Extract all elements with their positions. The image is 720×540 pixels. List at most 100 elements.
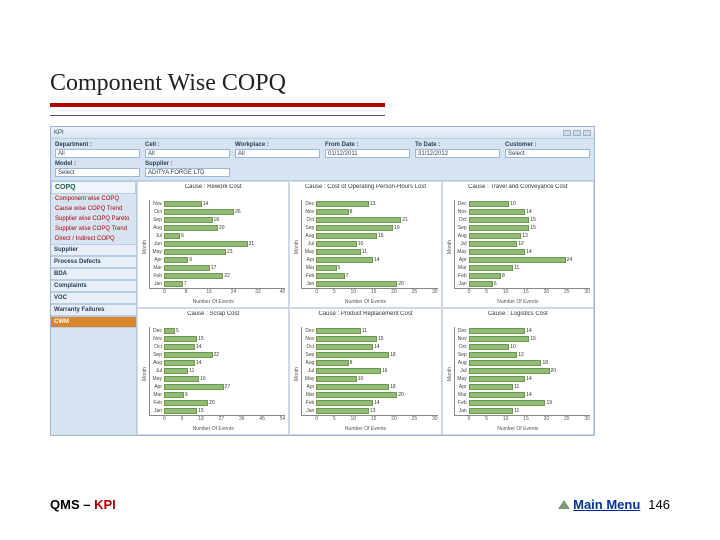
filter-to-date: To Date : 31/12/2012	[415, 142, 500, 158]
filter-label: Supplier :	[145, 161, 230, 167]
bar-value: 26	[235, 209, 241, 215]
bar-category: Mar	[302, 265, 316, 271]
sidebar-section[interactable]: Process Defects	[51, 256, 136, 268]
bar-row: Jan7	[150, 280, 285, 288]
bar-row: Sep12	[455, 351, 590, 359]
sidebar-link[interactable]: Supplier wise COPQ Pareto	[51, 214, 136, 224]
x-axis-label: Number Of Events	[138, 426, 288, 432]
bar-fill: 14	[469, 249, 526, 255]
bar-row: Aug15	[302, 232, 437, 240]
bar-row: Mar11	[455, 264, 590, 272]
to-date-input[interactable]: 31/12/2012	[415, 149, 500, 158]
bar-value: 22	[224, 273, 230, 279]
bar-category: Nov	[150, 201, 164, 207]
bar-category: Apr	[455, 257, 469, 263]
bar-fill: 15	[316, 233, 377, 239]
bar-row: Sep18	[150, 216, 285, 224]
bar-track: 20	[469, 368, 590, 374]
workplace-select[interactable]: All	[235, 149, 320, 158]
supplier-select[interactable]: ADITYA FORGE LTD	[145, 168, 230, 177]
chart-panel: Cause : Cost of Operating Person-Hours L…	[289, 181, 441, 308]
sidebar-section[interactable]: VOC	[51, 292, 136, 304]
bar-row: Jun31	[150, 240, 285, 248]
bar-track: 18	[164, 217, 285, 223]
sidebar-link[interactable]: Direct / Indirect COPQ	[51, 234, 136, 244]
bar-row: Nov8	[302, 208, 437, 216]
bar-category: May	[302, 376, 316, 382]
bar-track: 6	[469, 281, 590, 287]
bar-fill: 11	[316, 328, 360, 334]
bar-track: 16	[316, 368, 437, 374]
bar-value: 31	[249, 241, 255, 247]
bar-track: 13	[316, 408, 437, 414]
bar-track: 19	[316, 225, 437, 231]
bar-fill: 20	[316, 281, 397, 287]
sidebar-section[interactable]: BDA	[51, 268, 136, 280]
bar-row: Apr14	[302, 256, 437, 264]
chart-title: Cause : Scrap Cost	[141, 311, 285, 325]
from-date-input[interactable]: 01/12/2011	[325, 149, 410, 158]
bar-row: Aug20	[150, 224, 285, 232]
bar-fill: 14	[469, 209, 526, 215]
bar-fill: 14	[164, 201, 202, 207]
x-ticks: 051015202530	[301, 416, 437, 422]
bar-value: 14	[526, 328, 532, 334]
bar-row: Feb20	[150, 399, 285, 407]
bar-fill: 31	[164, 241, 248, 247]
bar-value: 19	[546, 400, 552, 406]
bar-row: Dec11	[302, 327, 437, 335]
bar-category: Aug	[455, 233, 469, 239]
minimize-icon[interactable]	[563, 130, 571, 136]
footer-left: QMS – KPI	[50, 497, 116, 512]
bar-row: Oct10	[455, 343, 590, 351]
bar-category: Oct	[455, 344, 469, 350]
bar-fill: 14	[469, 376, 526, 382]
chart-body: MonthNov14Oct26Sep18Aug20Jul6Jun31May23A…	[141, 200, 285, 295]
sidebar-section[interactable]: Supplier	[51, 244, 136, 256]
bar-row: Jan20	[302, 280, 437, 288]
bar-track: 18	[316, 352, 437, 358]
bar-value: 17	[211, 265, 217, 271]
sidebar-section[interactable]: CWM	[51, 316, 136, 328]
bar-track: 5	[164, 328, 285, 334]
sidebar-section[interactable]: Complaints	[51, 280, 136, 292]
bar-fill: 10	[469, 344, 509, 350]
sidebar-section[interactable]: Warranty Failures	[51, 304, 136, 316]
bar-fill: 13	[469, 233, 522, 239]
bar-category: Nov	[302, 336, 316, 342]
bar-value: 20	[219, 225, 225, 231]
title-rule-thin	[50, 115, 385, 116]
bar-fill: 10	[316, 241, 356, 247]
close-icon[interactable]	[583, 130, 591, 136]
bar-fill: 14	[316, 400, 373, 406]
bar-fill: 23	[164, 249, 226, 255]
filter-customer: Customer : Select	[505, 142, 590, 158]
sidebar-link[interactable]: Supplier wise COPQ Trend	[51, 224, 136, 234]
department-select[interactable]: All	[55, 149, 140, 158]
bar-row: Sep15	[455, 224, 590, 232]
maximize-icon[interactable]	[573, 130, 581, 136]
customer-select[interactable]: Select	[505, 149, 590, 158]
bar-track: 22	[164, 273, 285, 279]
main-menu-button[interactable]: Main Menu	[558, 497, 640, 512]
bar-category: Mar	[150, 392, 164, 398]
bar-row: Apr9	[150, 256, 285, 264]
bar-track: 11	[316, 249, 437, 255]
bar-value: 18	[390, 384, 396, 390]
filter-from-date: From Date : 01/12/2011	[325, 142, 410, 158]
filter-cell: Cell : All	[145, 142, 230, 158]
bar-row: Aug18	[455, 359, 590, 367]
model-select[interactable]: Select	[55, 168, 140, 177]
bar-track: 21	[316, 217, 437, 223]
chart-title: Cause : Cost of Operating Person-Hours L…	[293, 184, 437, 198]
sidebar-head-copq[interactable]: COPQ	[51, 181, 136, 194]
sidebar-link[interactable]: Component wise COPQ	[51, 194, 136, 204]
bar-category: Dec	[150, 328, 164, 334]
bar-fill: 7	[164, 281, 183, 287]
cell-select[interactable]: All	[145, 149, 230, 158]
sidebar-link[interactable]: Cause wise COPQ Trend	[51, 204, 136, 214]
bar-category: May	[455, 249, 469, 255]
bar-track: 20	[164, 400, 285, 406]
bar-value: 9	[185, 392, 188, 398]
bar-fill: 14	[469, 328, 526, 334]
